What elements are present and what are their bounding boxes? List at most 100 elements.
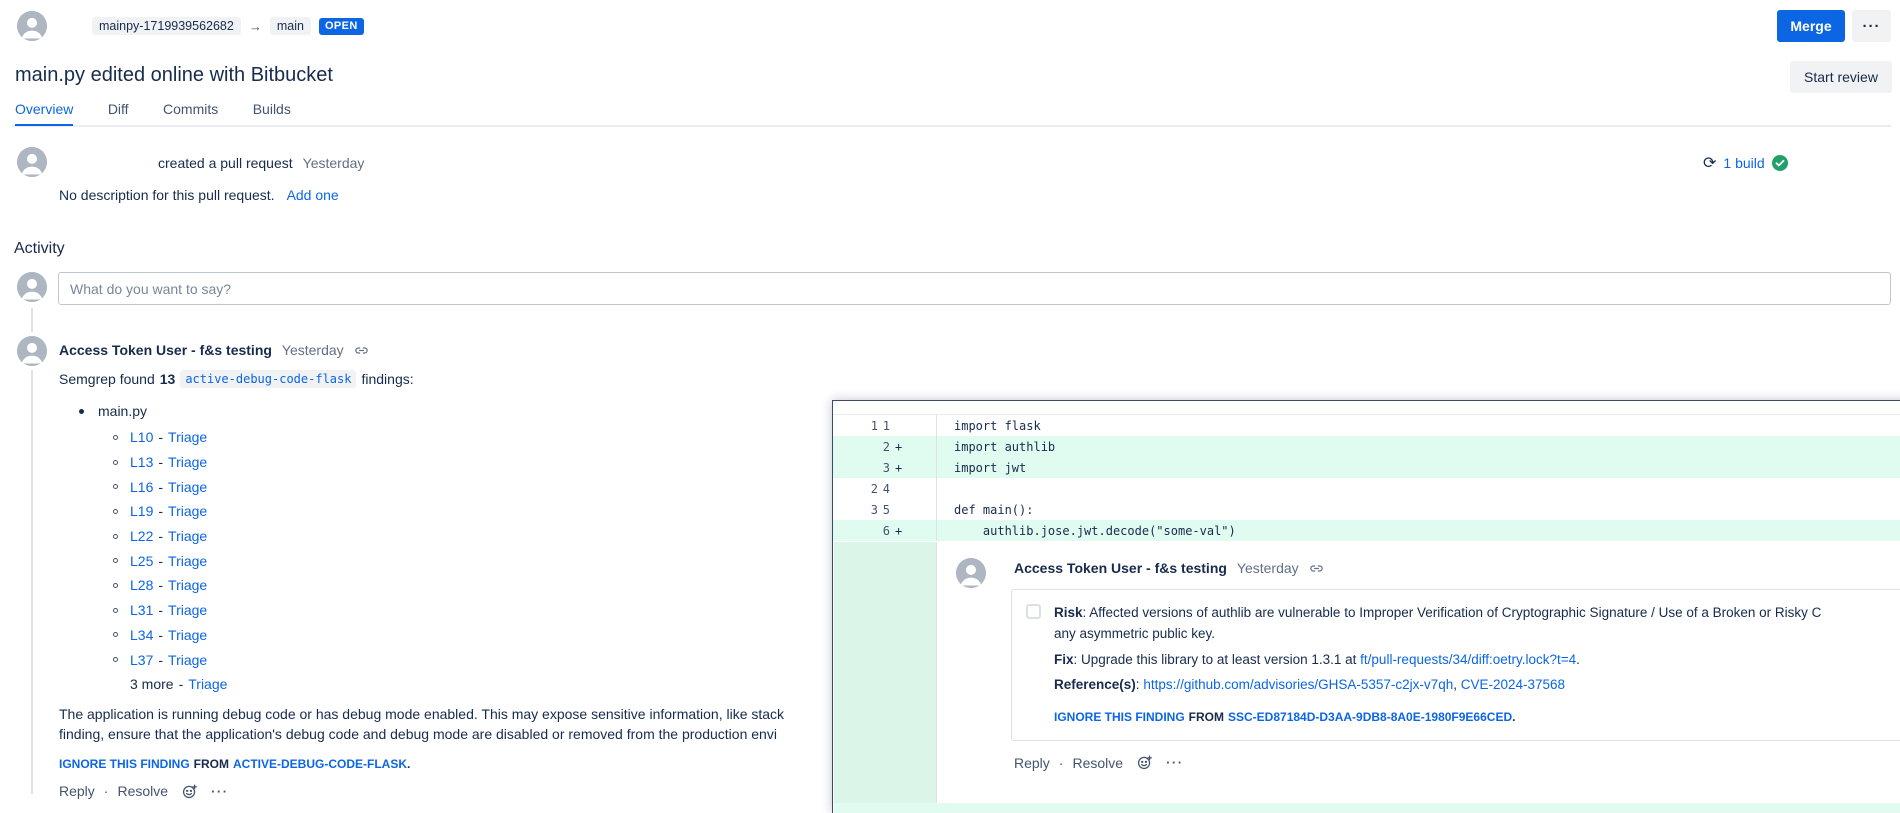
ignore-finding-link[interactable]: IGNORE THIS FINDING — [59, 757, 190, 771]
tab-commits[interactable]: Commits — [163, 101, 218, 124]
created-pr-line: created a pull requestYesterday — [158, 155, 364, 171]
pr-more-actions-button[interactable]: ··· — [1852, 10, 1891, 42]
builds-status: ⟳ 1 build — [1703, 153, 1788, 173]
tab-builds[interactable]: Builds — [253, 101, 291, 124]
file-name: main.py — [98, 403, 147, 419]
separator: - — [158, 553, 163, 569]
cve-link[interactable]: CVE-2024-37568 — [1461, 677, 1565, 692]
source-branch-chip[interactable]: mainpy-1719939562682 — [92, 17, 241, 36]
comment-more-icon[interactable]: ··· — [1166, 755, 1184, 770]
bullet-icon — [113, 509, 118, 514]
triage-link[interactable]: Triage — [168, 577, 207, 593]
tab-overview[interactable]: Overview — [15, 101, 73, 126]
bullet-icon — [113, 583, 118, 588]
pr-author-avatar — [17, 11, 47, 41]
code-text: authlib.jose.jwt.decode("some-val") — [936, 520, 1900, 541]
old-line-number: 1 — [833, 419, 878, 433]
finding-line-link[interactable]: L13 — [130, 454, 153, 470]
triage-link[interactable]: Triage — [168, 479, 207, 495]
period: . — [407, 757, 410, 771]
no-description-line: No description for this pull request.Add… — [59, 187, 339, 203]
semgrep-summary-line: Semgrep found 13 active-debug-code-flask… — [59, 370, 1859, 388]
separator: - — [158, 503, 163, 519]
permalink-icon[interactable] — [1309, 561, 1324, 576]
comment-more-icon[interactable]: ··· — [211, 784, 229, 799]
comment-author: Access Token User - f&s testing — [59, 342, 272, 358]
finding-line-link[interactable]: L31 — [130, 602, 153, 618]
finding-line-link[interactable]: L22 — [130, 528, 153, 544]
triage-link[interactable]: Triage — [188, 676, 227, 692]
bullet-icon — [113, 632, 118, 637]
rule-chip-link[interactable]: active-debug-code-flask — [180, 370, 356, 388]
separator: - — [158, 454, 163, 470]
builds-link[interactable]: 1 build — [1723, 155, 1764, 171]
build-success-icon — [1772, 155, 1788, 171]
finding-line-link[interactable]: L34 — [130, 627, 153, 643]
finding-line-link[interactable]: L28 — [130, 577, 153, 593]
separator: - — [158, 429, 163, 445]
triage-link[interactable]: Triage — [168, 429, 207, 445]
finding-line-link[interactable]: L25 — [130, 553, 153, 569]
reply-link[interactable]: Reply — [1014, 755, 1050, 771]
start-review-button[interactable]: Start review — [1790, 61, 1892, 93]
period: . — [1512, 710, 1515, 724]
add-description-link[interactable]: Add one — [287, 187, 339, 203]
arrow-right-icon: → — [249, 19, 262, 34]
comma: , — [1453, 677, 1461, 692]
reply-link[interactable]: Reply — [59, 783, 95, 799]
activity-heading: Activity — [14, 240, 65, 258]
separator: - — [158, 602, 163, 618]
finding-detail-box: Risk: Affected versions of authlib are v… — [1011, 589, 1900, 741]
add-reaction-icon[interactable] — [1136, 754, 1153, 771]
tab-diff[interactable]: Diff — [108, 101, 129, 124]
diff-row-added: 2 + import authlib — [833, 436, 1900, 457]
diff-row: 1 1 import flask — [833, 415, 1900, 436]
diff-sign: + — [890, 440, 936, 454]
risk-section: Risk: Affected versions of authlib are v… — [1054, 602, 1900, 728]
finding-line-link[interactable]: L10 — [130, 429, 153, 445]
separator: - — [158, 652, 163, 668]
merge-button[interactable]: Merge — [1777, 10, 1845, 42]
advisory-link[interactable]: https://github.com/advisories/GHSA-5357-… — [1143, 677, 1453, 692]
triage-link[interactable]: Triage — [168, 454, 207, 470]
fix-text: : Upgrade this library to at least versi… — [1074, 652, 1361, 667]
resolve-link[interactable]: Resolve — [117, 783, 168, 799]
new-line-number: 3 — [878, 461, 890, 475]
fix-link[interactable]: ft/pull-requests/34/diff:oetry.lock?t=4 — [1360, 652, 1576, 667]
bullet-icon — [113, 435, 118, 440]
separator: - — [158, 528, 163, 544]
inline-comment-actions: Reply · Resolve ··· — [1014, 754, 1900, 771]
finding-line-link[interactable]: L37 — [130, 652, 153, 668]
triage-link[interactable]: Triage — [168, 553, 207, 569]
code-text: import jwt — [936, 457, 1900, 478]
new-line-number: 4 — [878, 482, 890, 496]
triage-link[interactable]: Triage — [168, 627, 207, 643]
triage-link[interactable]: Triage — [168, 602, 207, 618]
inline-comment-header: Access Token User - f&s testing Yesterda… — [1014, 558, 1900, 578]
bullet-icon — [113, 460, 118, 465]
pr-tabs: Overview Diff Commits Builds — [12, 101, 1891, 127]
current-user-avatar — [17, 272, 47, 302]
diff-sign: + — [890, 524, 936, 538]
add-reaction-icon[interactable] — [181, 783, 198, 800]
finding-checkbox[interactable] — [1026, 604, 1041, 619]
separator: - — [158, 627, 163, 643]
resolve-link[interactable]: Resolve — [1072, 755, 1123, 771]
ignore-rule-link[interactable]: ACTIVE-DEBUG-CODE-FLASK — [233, 757, 407, 771]
target-branch-chip[interactable]: main — [270, 17, 311, 36]
risk-text: : Affected versions of authlib are vulne… — [1083, 605, 1822, 620]
diff-row-added: 3 + import jwt — [833, 457, 1900, 478]
separator: - — [179, 676, 184, 692]
comment-input[interactable] — [58, 272, 1891, 305]
permalink-icon[interactable] — [354, 343, 369, 358]
pr-state-badge: OPEN — [319, 18, 364, 35]
triage-link[interactable]: Triage — [168, 503, 207, 519]
bullet-icon — [113, 608, 118, 613]
ignore-id-link[interactable]: SSC-ED87184D-D3AA-9DB8-8A0E-1980F9E66CED — [1228, 710, 1512, 724]
finding-line-link[interactable]: L19 — [130, 503, 153, 519]
new-line-number: 1 — [878, 419, 890, 433]
finding-line-link[interactable]: L16 — [130, 479, 153, 495]
ignore-finding-link[interactable]: IGNORE THIS FINDING — [1054, 710, 1185, 724]
triage-link[interactable]: Triage — [168, 652, 207, 668]
triage-link[interactable]: Triage — [168, 528, 207, 544]
